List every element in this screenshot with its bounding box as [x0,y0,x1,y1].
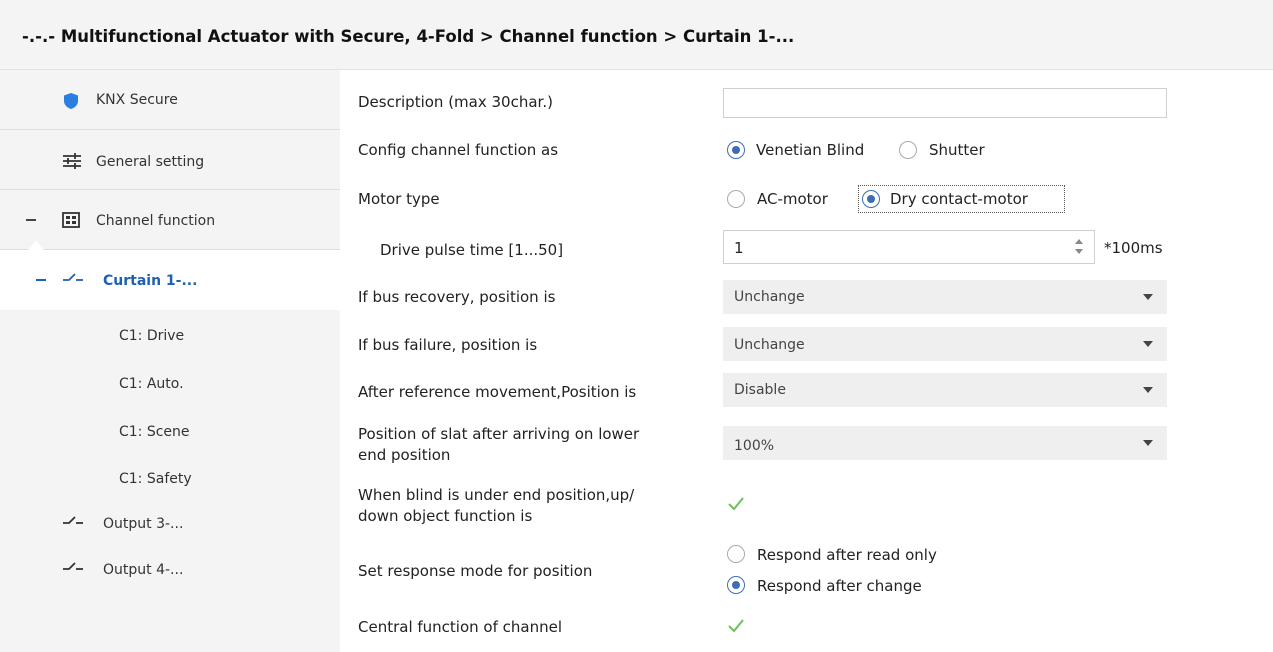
description-input[interactable] [723,88,1167,118]
respond-after-change-option[interactable]: Respond after change [757,577,922,595]
blind-under-end-label: When blind is under end position,up/ [358,486,635,504]
sidebar-item-knx-secure[interactable]: KNX Secure [0,70,340,130]
sidebar-item-output-3[interactable]: Output 3-... [0,504,340,544]
chevron-down-icon [1143,387,1153,393]
respond-read-only-radio[interactable] [727,545,745,563]
bus-recovery-label: If bus recovery, position is [358,288,556,306]
spin-up-icon[interactable] [1075,239,1083,244]
collapse-icon[interactable] [26,219,36,221]
sidebar-item-c1-drive[interactable]: C1: Drive [119,328,184,344]
dry-contact-motor-option[interactable]: Dry contact-motor [890,190,1028,208]
sidebar-item-c1-scene[interactable]: C1: Scene [119,424,190,440]
sidebar-item-channel-function[interactable]: Channel function [0,190,340,250]
drive-pulse-unit: *100ms [1104,239,1163,257]
ac-motor-radio[interactable] [727,190,745,208]
title-bar: -.-.- Multifunctional Actuator with Secu… [0,0,1273,70]
drive-pulse-value: 1 [734,239,744,257]
slat-position-value: 100% [734,438,775,454]
selection-notch [28,241,44,250]
sidebar-item-general-setting[interactable]: General setting [0,130,340,190]
sidebar-item-label: KNX Secure [96,92,178,108]
after-reference-value: Disable [734,382,786,398]
bus-recovery-dropdown[interactable]: Unchange [723,280,1167,314]
respond-read-only-option[interactable]: Respond after read only [757,546,937,564]
shutter-radio[interactable] [899,141,917,159]
sidebar-item-label: Output 4-... [103,562,184,578]
blind-under-end-label-line2: down object function is [358,507,533,525]
bus-failure-label: If bus failure, position is [358,336,538,354]
central-function-label: Central function of channel [358,618,563,636]
bus-recovery-value: Unchange [734,289,805,305]
sliders-icon [63,153,81,169]
venetian-blind-radio[interactable] [727,141,745,159]
sidebar-item-c1-auto[interactable]: C1: Auto. [119,376,184,392]
slat-position-label-line2: end position [358,446,451,464]
central-function-checkbox[interactable] [726,616,746,636]
spin-down-icon[interactable] [1075,249,1083,254]
sidebar-item-curtain[interactable]: Curtain 1-... [0,250,340,310]
config-channel-label: Config channel function as [358,141,559,159]
chevron-down-icon [1143,294,1153,300]
after-reference-label: After reference movement,Position is [358,383,637,401]
spin-arrows[interactable] [1074,237,1084,257]
dry-contact-motor-radio[interactable] [862,190,880,208]
sidebar-item-label: General setting [96,154,205,170]
description-label: Description (max 30char.) [358,93,553,111]
after-reference-dropdown[interactable]: Disable [723,373,1167,407]
switch-icon [63,273,83,281]
sidebar-item-label: Channel function [96,213,216,229]
collapse-icon[interactable] [36,279,46,281]
chevron-down-icon [1143,341,1153,347]
drive-pulse-label: Drive pulse time [1...50] [380,241,564,259]
sidebar-item-label: Curtain 1-... [103,273,198,289]
switch-icon [63,562,83,570]
grid-icon [62,212,80,228]
respond-after-change-radio[interactable] [727,576,745,594]
response-mode-label: Set response mode for position [358,562,593,580]
sidebar-item-c1-safety[interactable]: C1: Safety [119,471,192,487]
drive-pulse-spinbox[interactable]: 1 [723,230,1095,264]
venetian-blind-option[interactable]: Venetian Blind [756,141,864,159]
breadcrumb-title: -.-.- Multifunctional Actuator with Secu… [22,27,795,46]
motor-type-label: Motor type [358,190,440,208]
sidebar-item-label: Output 3-... [103,516,184,532]
bus-failure-value: Unchange [734,337,805,353]
shutter-option[interactable]: Shutter [929,141,985,159]
sidebar-item-output-4[interactable]: Output 4-... [0,550,340,590]
ac-motor-option[interactable]: AC-motor [757,190,828,208]
shield-icon [64,93,78,109]
slat-position-dropdown[interactable]: 100% [723,426,1167,460]
bus-failure-dropdown[interactable]: Unchange [723,327,1167,361]
chevron-down-icon [1143,440,1153,446]
switch-icon [63,516,83,524]
slat-position-label: Position of slat after arriving on lower [358,425,640,443]
blind-under-end-checkbox[interactable] [726,494,746,514]
sidebar: KNX Secure General setting Channel funct… [0,70,340,652]
